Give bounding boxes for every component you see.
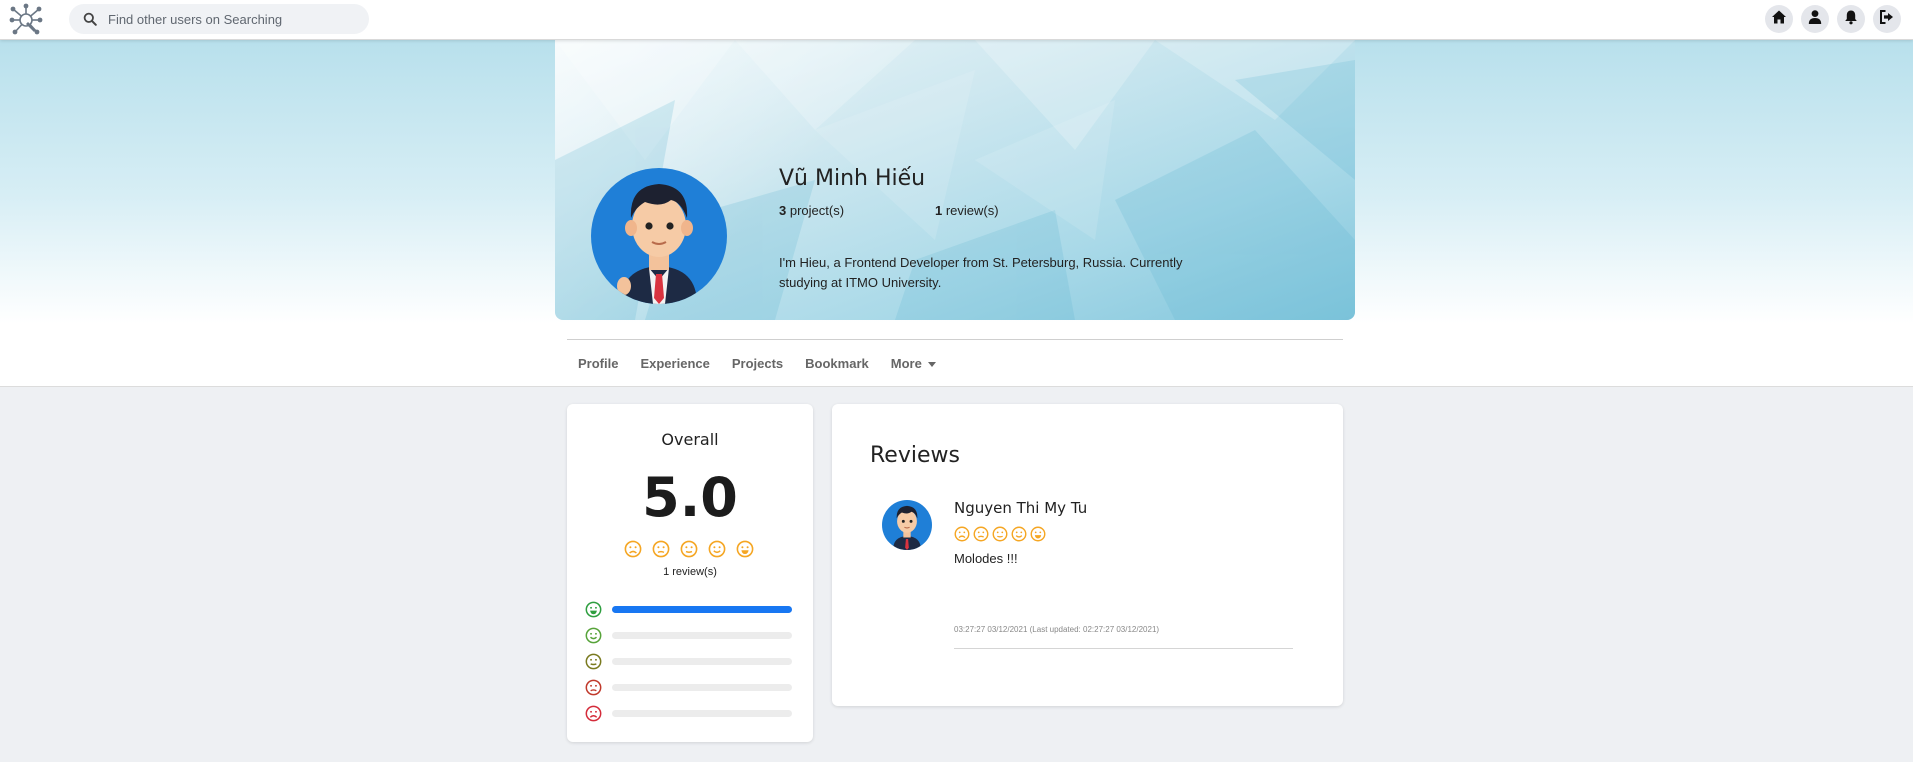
review-divider bbox=[954, 648, 1293, 649]
rating-bar-fill bbox=[612, 605, 792, 613]
logout-button[interactable] bbox=[1873, 5, 1901, 33]
review-timestamp: 03:27:27 03/12/2021 (Last updated: 02:27… bbox=[954, 625, 1160, 634]
tabs-divider bbox=[567, 339, 1343, 340]
profile-button[interactable] bbox=[1801, 5, 1829, 33]
grin-face-icon bbox=[585, 601, 602, 618]
reviewer-avatar[interactable] bbox=[882, 500, 932, 550]
rating-bar-track bbox=[612, 605, 792, 613]
search-input[interactable] bbox=[108, 11, 348, 27]
rating-bar-row bbox=[585, 678, 795, 696]
app-logo[interactable] bbox=[8, 3, 44, 37]
sad-face-icon bbox=[585, 679, 602, 696]
home-button[interactable] bbox=[1765, 5, 1793, 33]
sad-face-icon bbox=[973, 526, 989, 542]
caret-down-icon bbox=[927, 362, 936, 368]
overall-title: Overall bbox=[661, 430, 719, 449]
profile-name: Vũ Minh Hiếu bbox=[779, 166, 926, 191]
grin-face-icon bbox=[1030, 526, 1046, 542]
very-sad-face-icon bbox=[624, 540, 642, 558]
profile-bio: I'm Hieu, a Frontend Developer from St. … bbox=[779, 255, 1183, 290]
smile-face-icon bbox=[708, 540, 726, 558]
search-icon bbox=[83, 12, 97, 26]
smile-face-icon bbox=[1011, 526, 1027, 542]
rating-bar-track bbox=[612, 631, 792, 639]
home-icon bbox=[1771, 9, 1787, 30]
sad-face-icon bbox=[652, 540, 670, 558]
top-navbar bbox=[0, 0, 1913, 40]
reviews-card: Reviews Nguyen Thi My Tu Molodes !!! 03:… bbox=[832, 404, 1343, 706]
grin-face-icon bbox=[736, 540, 754, 558]
tab-profile[interactable]: Profile bbox=[567, 354, 629, 374]
neutral-face-icon bbox=[680, 540, 698, 558]
notifications-button[interactable] bbox=[1837, 5, 1865, 33]
neutral-face-icon bbox=[992, 526, 1008, 542]
tab-more[interactable]: More bbox=[880, 354, 947, 374]
tab-bookmark[interactable]: Bookmark bbox=[794, 354, 880, 374]
rating-bar-row bbox=[585, 652, 795, 670]
projects-count-label: project(s) bbox=[786, 203, 845, 218]
profile-tabs: Profile Experience Projects Bookmark Mor… bbox=[567, 354, 947, 374]
rating-bar-track bbox=[612, 709, 792, 717]
projects-count[interactable]: 3 project(s) bbox=[779, 203, 844, 218]
rating-bar-track bbox=[612, 683, 792, 691]
rating-bar-row bbox=[585, 600, 795, 618]
reviews-count-label: review(s) bbox=[942, 203, 999, 218]
logout-icon bbox=[1879, 9, 1895, 30]
profile-avatar[interactable] bbox=[591, 168, 727, 304]
rating-bar-track bbox=[612, 657, 792, 665]
tab-more-label: More bbox=[890, 356, 922, 371]
very-sad-face-icon bbox=[954, 526, 970, 542]
reviewer-name[interactable]: Nguyen Thi My Tu bbox=[954, 499, 1087, 517]
reviews-count[interactable]: 1 review(s) bbox=[935, 203, 999, 218]
overall-rating-faces bbox=[624, 540, 754, 558]
tab-experience[interactable]: Experience bbox=[629, 354, 720, 374]
rating-bar-row bbox=[585, 704, 795, 722]
overall-score: 5.0 bbox=[642, 466, 738, 529]
search-bar[interactable] bbox=[69, 4, 369, 34]
review-rating-faces bbox=[954, 526, 1046, 542]
tab-projects[interactable]: Projects bbox=[721, 354, 794, 374]
very-sad-face-icon bbox=[585, 705, 602, 722]
rating-bar-row bbox=[585, 626, 795, 644]
bell-icon bbox=[1843, 9, 1859, 30]
user-icon bbox=[1807, 9, 1823, 30]
overall-review-count: 1 review(s) bbox=[663, 566, 717, 578]
smile-face-icon bbox=[585, 627, 602, 644]
overall-rating-card: Overall 5.0 1 review(s) bbox=[567, 404, 813, 742]
review-text: Molodes !!! bbox=[954, 551, 1018, 566]
neutral-face-icon bbox=[585, 653, 602, 670]
reviews-title: Reviews bbox=[870, 443, 960, 468]
